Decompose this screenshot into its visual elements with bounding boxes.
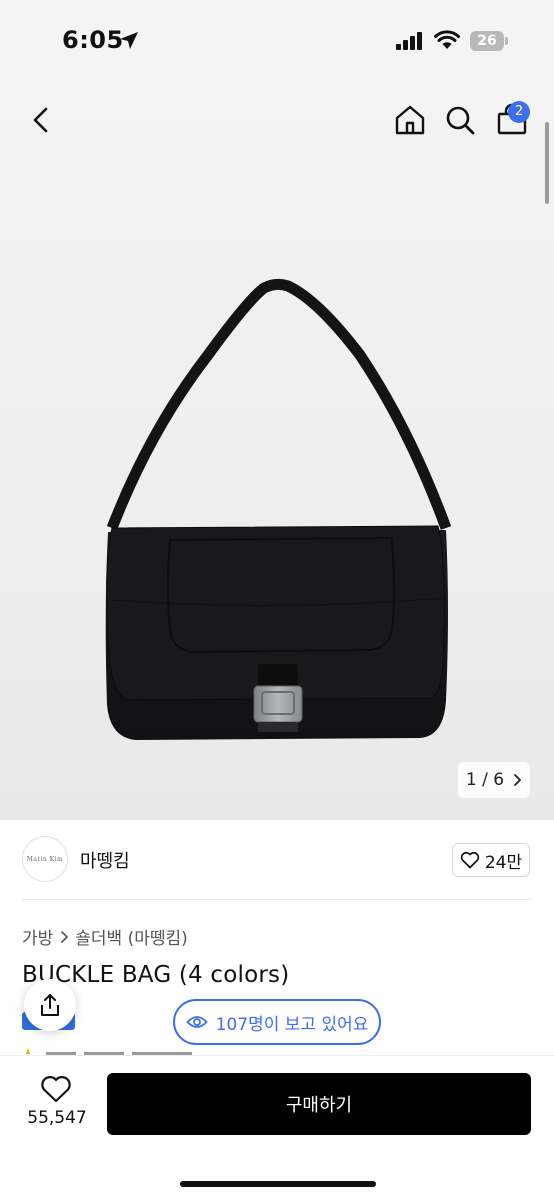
wish-count: 55,547 <box>27 1108 87 1128</box>
buy-button-label: 구매하기 <box>285 1095 353 1116</box>
heart-icon[interactable] <box>40 1074 72 1104</box>
product-image-gallery[interactable]: 6:05 26 2 1 / 6 <box>0 0 554 820</box>
back-chevron-icon[interactable] <box>22 100 62 140</box>
battery-icon: 26 <box>470 31 504 51</box>
home-icon[interactable] <box>390 100 430 140</box>
brand-logo-text: Matin Kim <box>26 855 64 863</box>
breadcrumb-category[interactable]: 가방 <box>22 924 53 949</box>
wifi-icon <box>434 30 460 49</box>
brand-like-count: 24만 <box>484 852 523 873</box>
battery-cap <box>505 37 508 45</box>
cellular-signal-icon <box>396 32 422 50</box>
viewers-text: 107명이 보고 있어요 <box>215 1014 369 1035</box>
location-arrow-icon <box>120 32 138 49</box>
brand-like-button[interactable]: 24만 <box>452 843 530 877</box>
buy-button[interactable]: 구매하기 <box>107 1073 531 1135</box>
breadcrumb: 가방 숄더백 (마뗑킴) <box>22 924 188 949</box>
brand-name[interactable]: 마뗑킴 <box>80 847 130 873</box>
gallery-page-text: 1 / 6 <box>465 770 505 790</box>
share-button[interactable] <box>24 979 76 1031</box>
chevron-right-icon <box>61 930 69 943</box>
gallery-page-indicator[interactable]: 1 / 6 <box>458 762 530 798</box>
brand-logo[interactable]: Matin Kim <box>22 836 68 882</box>
chevron-right-icon <box>514 774 522 786</box>
eye-icon <box>185 1016 208 1028</box>
viewers-count-pill: 107명이 보고 있어요 <box>173 999 381 1045</box>
home-indicator[interactable] <box>180 1181 376 1187</box>
cart-count-badge: 2 <box>508 101 530 123</box>
search-icon[interactable] <box>440 100 480 140</box>
breadcrumb-subcategory[interactable]: 숄더백 (마뗑킴) <box>75 924 188 949</box>
share-icon <box>41 994 59 1016</box>
status-time: 6:05 <box>62 26 124 54</box>
divider <box>22 899 532 900</box>
scrollbar[interactable] <box>545 122 549 204</box>
heart-icon <box>460 851 480 869</box>
